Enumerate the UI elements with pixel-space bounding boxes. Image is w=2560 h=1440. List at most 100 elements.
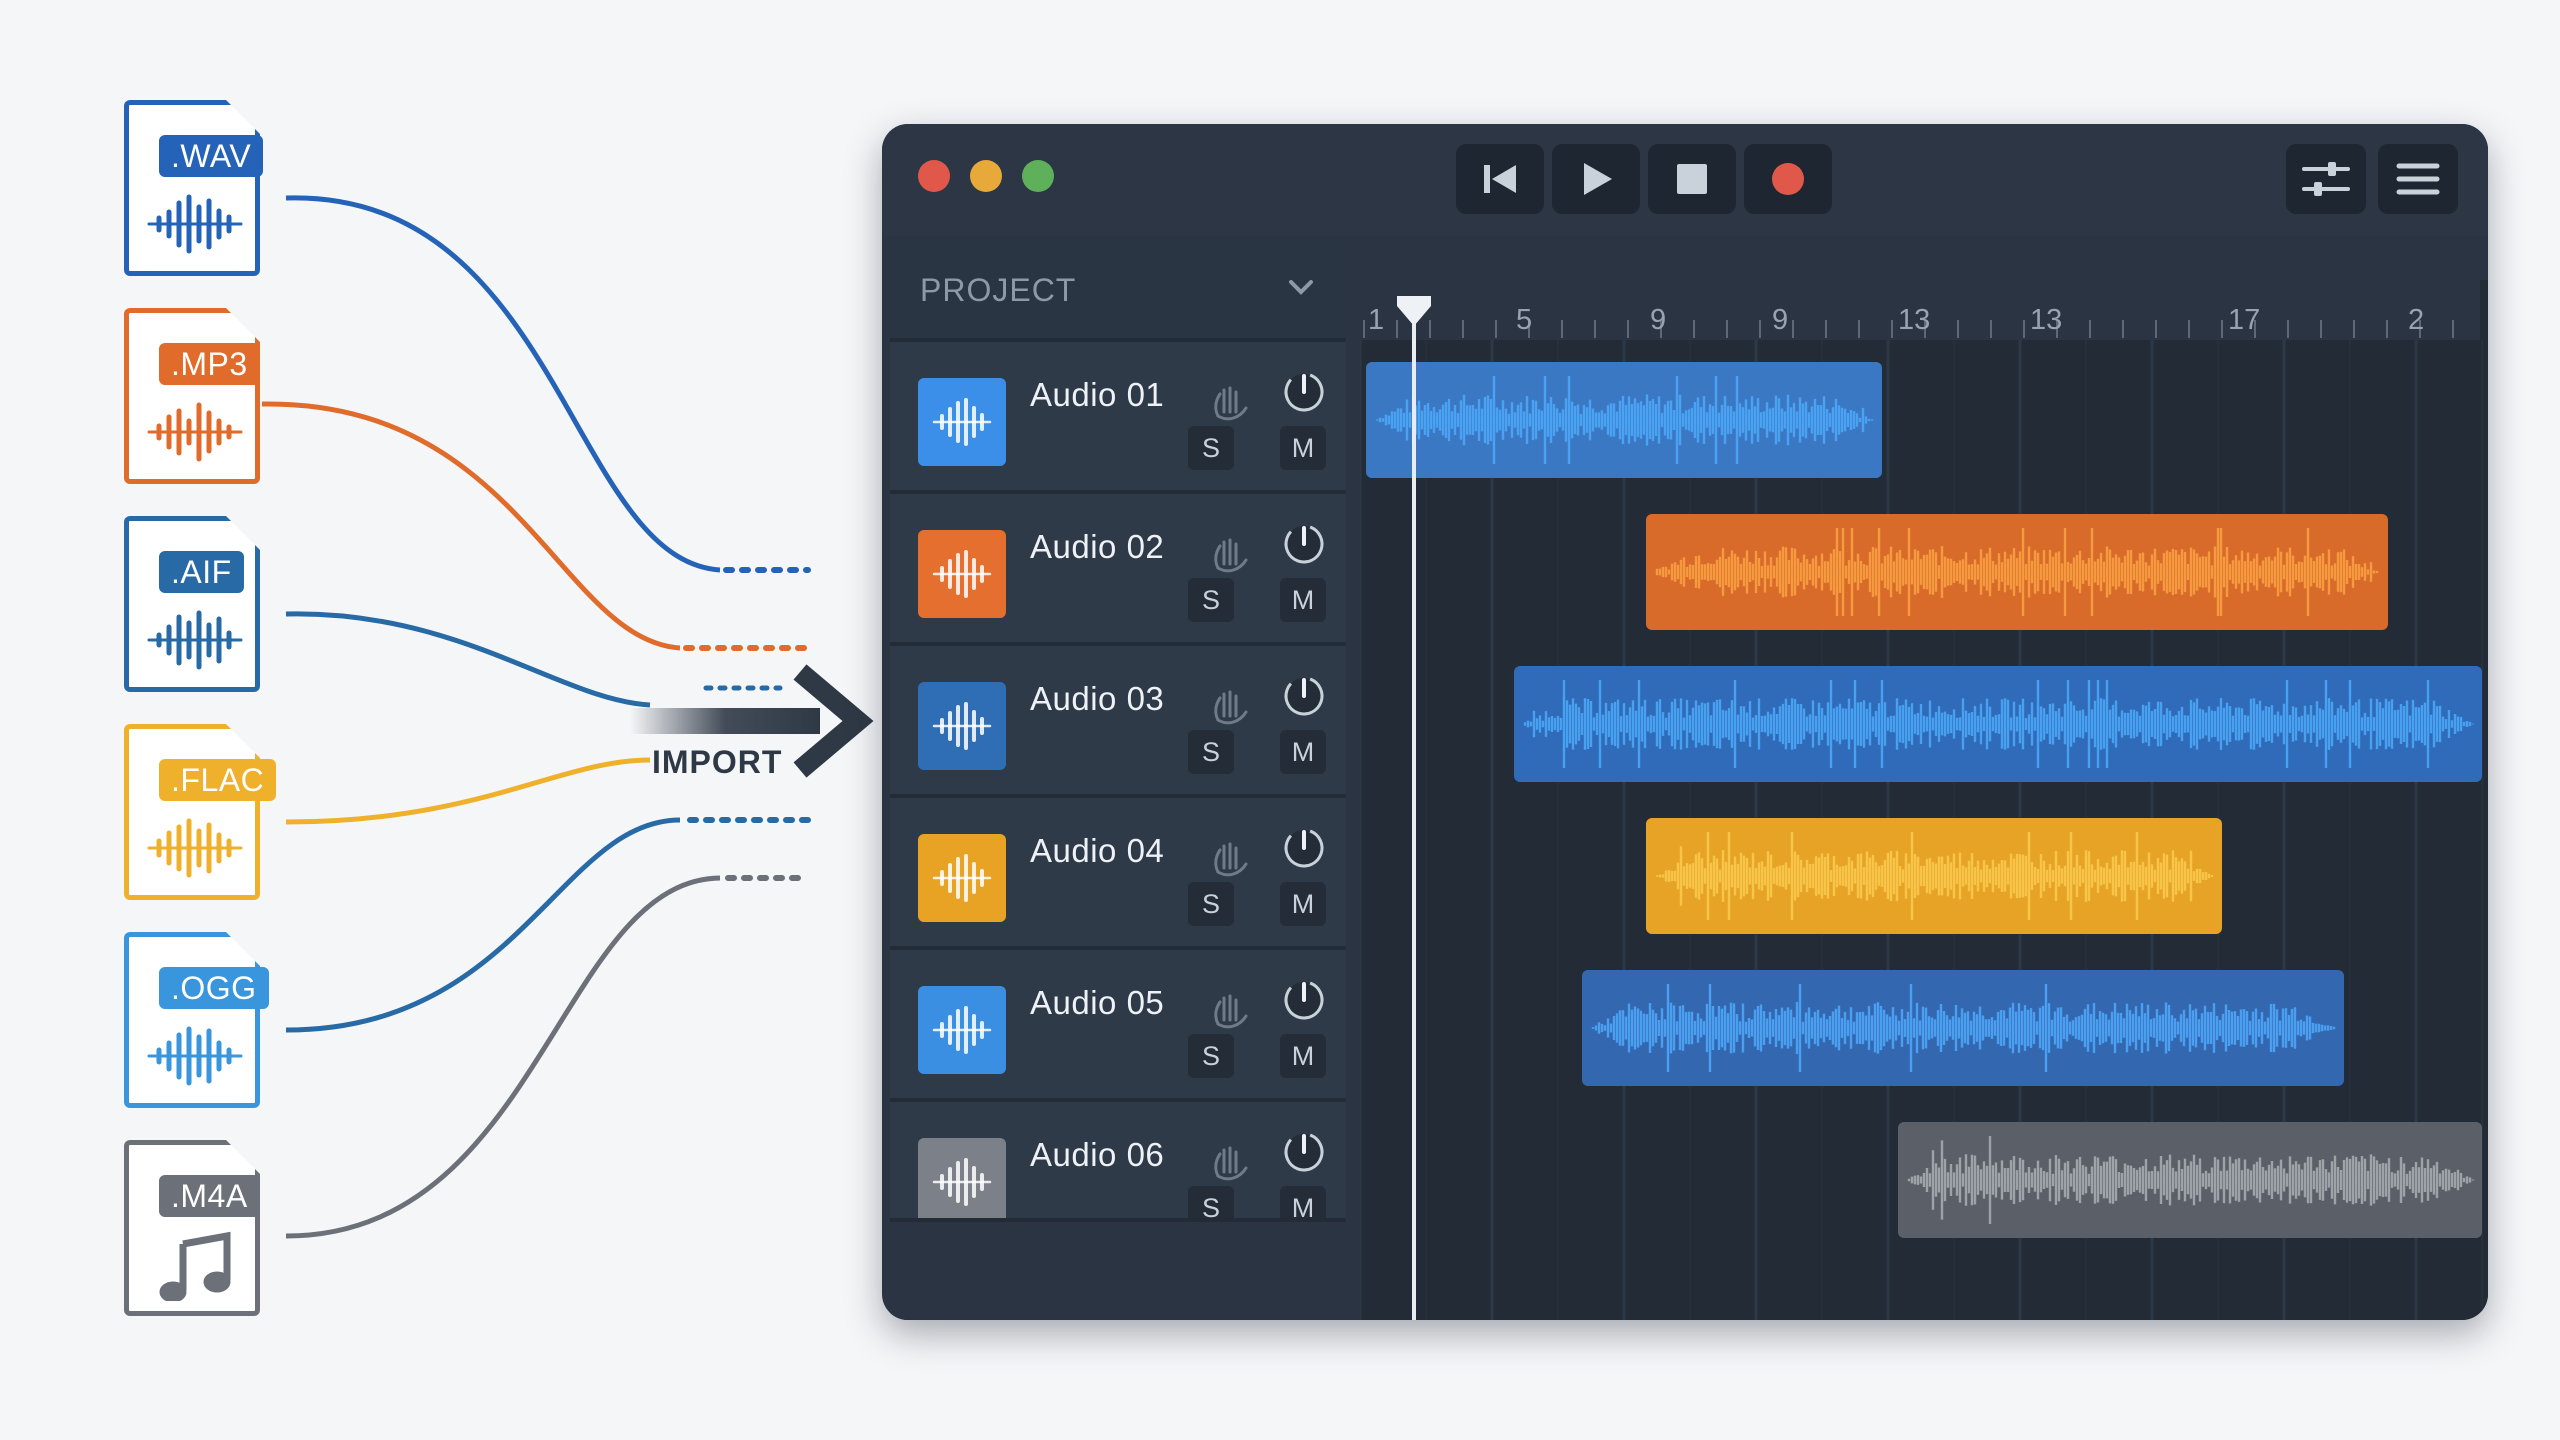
waveform-icon [932, 1006, 992, 1054]
volume-knob[interactable] [1282, 370, 1326, 414]
clip-waveform [1591, 984, 2336, 1072]
input-monitor-icon[interactable] [1210, 838, 1254, 878]
mute-button[interactable]: M [1280, 882, 1326, 926]
project-label: PROJECT [920, 272, 1077, 308]
file-card-aif[interactable]: .AIF [124, 516, 260, 692]
mute-button[interactable]: M [1280, 730, 1326, 774]
input-monitor-icon[interactable] [1210, 534, 1254, 574]
audio-clip[interactable] [1646, 514, 2388, 630]
skip-back-button[interactable] [1456, 144, 1544, 214]
waveform-icon [932, 854, 992, 902]
audio-clip[interactable] [1646, 818, 2222, 934]
track-row[interactable]: Audio 01 S M [890, 338, 1346, 490]
audio-clip[interactable] [1898, 1122, 2482, 1238]
track-name[interactable]: Audio 01 [1030, 376, 1164, 414]
sliders-icon [2302, 162, 2350, 196]
ruler-tick-label: 13 [2030, 304, 2063, 336]
empty-track-area [890, 1218, 1346, 1320]
clip-waveform [1655, 528, 2379, 616]
volume-knob[interactable] [1282, 978, 1326, 1022]
solo-button[interactable]: S [1188, 1034, 1234, 1078]
stop-button[interactable] [1648, 144, 1736, 214]
track-row[interactable]: Audio 04 S M [890, 794, 1346, 946]
file-card-wav[interactable]: .WAV [124, 100, 264, 276]
waveform-icon [147, 194, 243, 254]
audio-clip[interactable] [1582, 970, 2344, 1086]
main-menu-button[interactable] [2378, 144, 2458, 214]
zoom-window-button[interactable] [1022, 160, 1054, 192]
file-ext-label: .FLAC [159, 759, 277, 801]
waveform-icon [932, 398, 992, 446]
volume-knob[interactable] [1282, 522, 1326, 566]
track-color-icon [918, 682, 1006, 770]
play-button[interactable] [1552, 144, 1640, 214]
track-color-icon [918, 834, 1006, 922]
timeline-ruler[interactable]: 1 5 9 9 13 13 17 2 [1360, 280, 2480, 340]
mute-button[interactable]: M [1280, 426, 1326, 470]
file-ext-label: .WAV [159, 135, 264, 177]
project-dropdown[interactable]: PROJECT [890, 242, 1346, 338]
track-name[interactable]: Audio 02 [1030, 528, 1164, 566]
ruler-tick-label: 9 [1772, 304, 1789, 336]
ruler-tick-label: 2 [2408, 304, 2425, 336]
file-card-flac[interactable]: .FLAC [124, 724, 277, 900]
minimize-window-button[interactable] [970, 160, 1002, 192]
clip-waveform [1907, 1136, 2475, 1224]
volume-knob[interactable] [1282, 1130, 1326, 1174]
daw-window: PROJECT Audio 01 S M Audio 02 S M Audio … [882, 124, 2488, 1320]
track-row[interactable]: Audio 05 S M [890, 946, 1346, 1098]
audio-clip[interactable] [1366, 362, 1882, 478]
clip-waveform [1375, 376, 1874, 464]
playhead-line [1412, 324, 1416, 1320]
track-row[interactable]: Audio 02 S M [890, 490, 1346, 642]
waveform-icon [932, 702, 992, 750]
record-button[interactable] [1744, 144, 1832, 214]
input-monitor-icon[interactable] [1210, 1142, 1254, 1182]
waveform-icon [932, 550, 992, 598]
mixer-settings-button[interactable] [2286, 144, 2366, 214]
file-ext-label: .AIF [159, 551, 244, 593]
solo-button[interactable]: S [1188, 882, 1234, 926]
volume-knob[interactable] [1282, 826, 1326, 870]
record-icon [1772, 163, 1804, 195]
file-card-m4a[interactable]: .M4A [124, 1140, 260, 1316]
stop-icon [1677, 164, 1707, 194]
ruler-tick-label: 1 [1368, 304, 1385, 336]
track-name[interactable]: Audio 04 [1030, 832, 1164, 870]
file-ext-label: .M4A [159, 1175, 260, 1217]
input-monitor-icon[interactable] [1210, 686, 1254, 726]
file-card-mp3[interactable]: .MP3 [124, 308, 260, 484]
chevron-down-icon [1289, 280, 1313, 295]
track-name[interactable]: Audio 06 [1030, 1136, 1164, 1174]
waveform-icon [147, 610, 243, 670]
playhead-handle[interactable] [1395, 294, 1433, 328]
track-name[interactable]: Audio 05 [1030, 984, 1164, 1022]
title-bar [882, 124, 2488, 236]
music-note-icon [159, 1231, 231, 1301]
close-window-button[interactable] [918, 160, 950, 192]
solo-button[interactable]: S [1188, 730, 1234, 774]
track-row[interactable]: Audio 03 S M [890, 642, 1346, 794]
input-monitor-icon[interactable] [1210, 990, 1254, 1030]
track-color-icon [918, 378, 1006, 466]
mute-button[interactable]: M [1280, 1034, 1326, 1078]
file-ext-label: .MP3 [159, 343, 260, 385]
clip-waveform [1523, 680, 2475, 768]
arrange-timeline[interactable]: 1 5 9 9 13 13 17 2 [1360, 280, 2488, 1320]
ruler-tick-label: 5 [1516, 304, 1533, 336]
waveform-icon [147, 818, 243, 878]
solo-button[interactable]: S [1188, 426, 1234, 470]
skip-back-icon [1484, 165, 1516, 193]
solo-button[interactable]: S [1188, 578, 1234, 622]
ruler-tick-label: 17 [2228, 304, 2261, 336]
track-color-icon [918, 530, 1006, 618]
ruler-tick-label: 9 [1650, 304, 1667, 336]
volume-knob[interactable] [1282, 674, 1326, 718]
mute-button[interactable]: M [1280, 578, 1326, 622]
audio-clip[interactable] [1514, 666, 2482, 782]
track-name[interactable]: Audio 03 [1030, 680, 1164, 718]
file-card-ogg[interactable]: .OGG [124, 932, 269, 1108]
input-monitor-icon[interactable] [1210, 382, 1254, 422]
waveform-icon [147, 1026, 243, 1086]
track-color-icon [918, 986, 1006, 1074]
